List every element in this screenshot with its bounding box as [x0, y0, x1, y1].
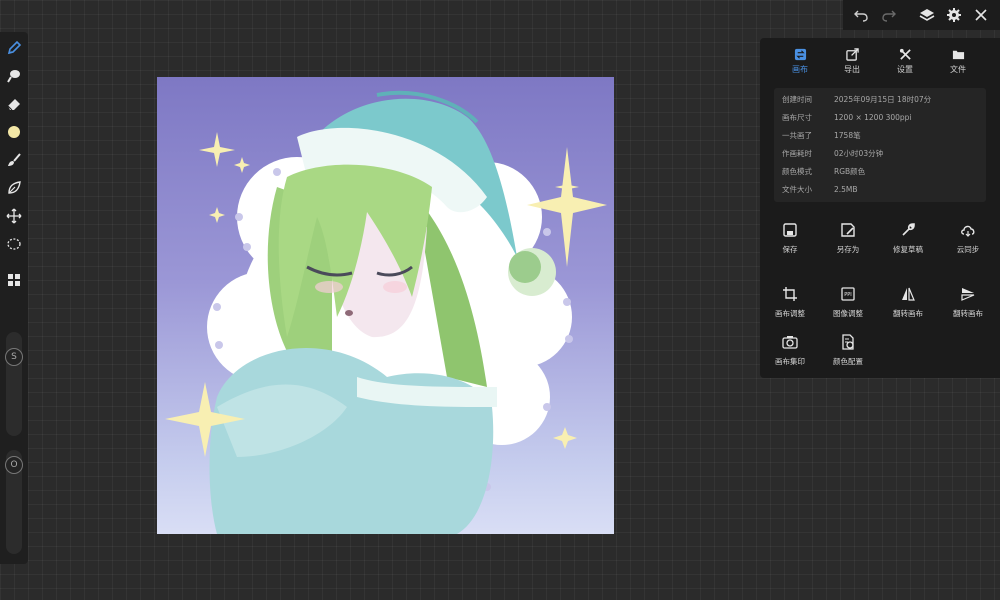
flip-horizontal-icon	[902, 287, 915, 301]
svg-text:PPI: PPI	[844, 292, 852, 298]
pen-tool-button[interactable]	[4, 38, 24, 58]
crop-icon	[783, 287, 797, 301]
selection-tool-button[interactable]	[4, 234, 24, 254]
save-as-button[interactable]: 另存为	[818, 222, 878, 262]
brush-size-knob[interactable]: S	[5, 348, 23, 366]
cloud-sync-button[interactable]: 云同步	[938, 222, 998, 262]
layout-tool-button[interactable]	[4, 270, 24, 290]
settings-button[interactable]	[944, 5, 964, 25]
undo-icon	[854, 10, 868, 22]
flip-vertical-icon	[961, 288, 975, 301]
info-size: 画布尺寸 1200 × 1200 300ppi	[782, 113, 912, 122]
tab-canvas[interactable]: 画布	[776, 46, 824, 80]
move-icon	[6, 208, 22, 224]
brush-icon	[8, 153, 21, 166]
info-file-size: 文件大小 2.5MB	[782, 185, 858, 194]
save-button[interactable]: 保存	[760, 222, 820, 262]
cloud-sync-icon	[961, 225, 975, 237]
folder-icon	[952, 50, 964, 60]
top-toolbar	[843, 0, 1000, 30]
tools-icon	[899, 48, 911, 60]
eraser-tool-button[interactable]	[4, 94, 24, 114]
redo-button[interactable]	[879, 5, 899, 25]
info-color-mode: 颜色模式 RGB颜色	[782, 167, 866, 176]
opacity-knob[interactable]: O	[5, 456, 23, 474]
flip-canvas-vertical-button[interactable]: 翻转画布	[938, 286, 998, 326]
canvas-artwork	[165, 90, 607, 534]
close-icon	[975, 9, 987, 21]
image-adjust-icon: PPI	[841, 287, 855, 301]
repair-draft-button[interactable]: 修复草稿	[878, 222, 938, 262]
brush-size-slider[interactable]: S	[5, 332, 23, 436]
info-time: 作画耗时 02小时03分钟	[782, 149, 884, 158]
redo-icon	[882, 10, 896, 22]
grid-icon	[8, 274, 20, 286]
color-config-icon	[842, 334, 854, 350]
canvas-adjust-button[interactable]: 画布调整	[760, 286, 820, 326]
canvas-info: 创建时间 2025年09月15日 18时07分 画布尺寸 1200 × 1200 3…	[774, 88, 986, 202]
tab-export[interactable]: 导出	[828, 46, 876, 80]
flip-canvas-horizontal-button[interactable]: 翻转画布	[878, 286, 938, 326]
leaf-icon	[8, 181, 21, 194]
left-toolbar: S O	[0, 32, 28, 564]
gear-icon	[947, 8, 961, 22]
eraser-icon	[7, 99, 20, 111]
tab-settings[interactable]: 设置	[881, 46, 929, 80]
save-as-icon	[841, 223, 855, 237]
smudge-icon	[7, 70, 20, 83]
drawing-canvas[interactable]	[157, 77, 614, 534]
export-icon	[845, 48, 859, 61]
leaf-tool-button[interactable]	[4, 178, 24, 198]
undo-button[interactable]	[851, 5, 871, 25]
color-config-button[interactable]: 颜色配置	[818, 334, 878, 374]
canvas-print-button[interactable]: 画布集印	[760, 334, 820, 374]
info-created: 创建时间 2025年09月15日 18时07分	[782, 95, 932, 104]
canvas-icon	[794, 48, 806, 61]
close-button[interactable]	[971, 5, 991, 25]
image-adjust-button[interactable]: PPI 图像调整	[818, 286, 878, 326]
opacity-slider[interactable]: O	[5, 450, 23, 554]
canvas-panel: 画布 导出 设置 文件 创建时间 2025年09月15日 18时07分 画布尺寸 1…	[760, 38, 1000, 378]
color-button[interactable]	[4, 122, 24, 142]
selection-icon	[7, 238, 21, 250]
camera-icon	[782, 336, 798, 349]
color-swatch	[8, 126, 20, 138]
wrench-icon	[902, 223, 915, 236]
pen-icon	[7, 40, 22, 55]
layers-button[interactable]	[917, 5, 937, 25]
tab-file[interactable]: 文件	[934, 46, 982, 80]
smudge-tool-button[interactable]	[4, 66, 24, 86]
move-tool-button[interactable]	[4, 206, 24, 226]
brush-tool-button[interactable]	[4, 150, 24, 170]
save-icon	[783, 223, 797, 237]
info-strokes: 一共画了 1758笔	[782, 131, 861, 140]
layers-icon	[919, 9, 935, 21]
